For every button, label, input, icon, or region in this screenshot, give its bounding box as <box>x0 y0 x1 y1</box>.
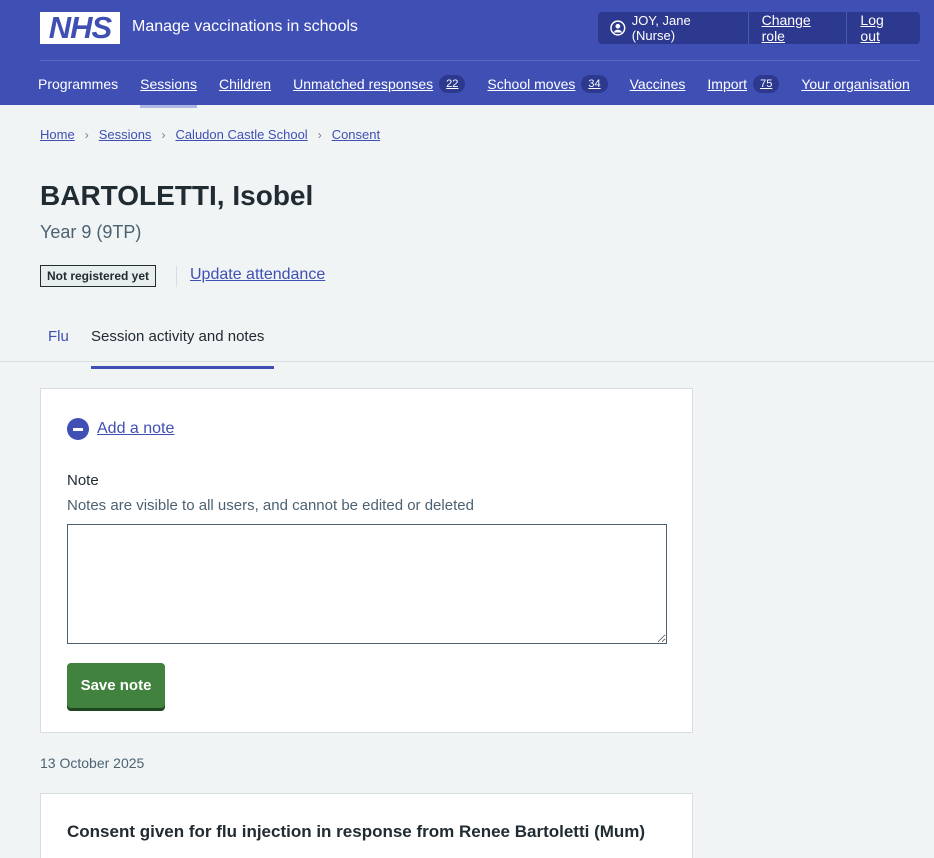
breadcrumb-sessions[interactable]: Sessions <box>99 127 152 142</box>
update-attendance-link[interactable]: Update attendance <box>190 266 325 284</box>
note-hint: Notes are visible to all users, and cann… <box>67 497 474 514</box>
nav-vaccines[interactable]: Vaccines <box>630 76 686 92</box>
breadcrumb-consent[interactable]: Consent <box>332 127 380 142</box>
nav-your-organisation[interactable]: Your organisation <box>801 76 909 92</box>
site-header: NHS Manage vaccinations in schools JOY, … <box>0 0 934 108</box>
nav-import[interactable]: Import 75 <box>707 75 780 93</box>
secondary-navigation: Flu Session activity and notes <box>0 320 934 369</box>
nav-school-moves[interactable]: School moves 34 <box>487 75 608 93</box>
minus-circle-icon[interactable] <box>67 418 89 440</box>
nav-unmatched-responses[interactable]: Unmatched responses 22 <box>293 75 466 93</box>
nhs-logo-text: NHS <box>48 10 112 45</box>
nav-children[interactable]: Children <box>219 76 271 92</box>
breadcrumb-home[interactable]: Home <box>40 127 75 142</box>
breadcrumb: Home › Sessions › Caludon Castle School … <box>40 127 380 142</box>
note-textarea[interactable] <box>67 524 667 644</box>
page-title: BARTOLETTI, Isobel <box>40 180 314 211</box>
primary-navigation: Programmes Sessions Children Unmatched r… <box>38 73 932 108</box>
status-badge: Not registered yet <box>40 265 157 287</box>
divider <box>176 266 177 287</box>
chevron-right-icon: › <box>84 127 89 142</box>
count-badge: 34 <box>581 75 608 93</box>
tab-session-activity[interactable]: Session activity and notes <box>91 328 274 369</box>
save-note-button[interactable]: Save note <box>67 663 165 708</box>
chevron-right-icon: › <box>161 127 166 142</box>
patient-year-group: Year 9 (9TP) <box>40 222 142 242</box>
chevron-right-icon: › <box>317 127 322 142</box>
account-user: JOY, Jane (Nurse) <box>598 12 749 44</box>
change-role-link[interactable]: Change role <box>749 12 848 44</box>
add-note-card: Add a note Note Notes are visible to all… <box>40 388 693 733</box>
breadcrumb-school[interactable]: Caludon Castle School <box>175 127 307 142</box>
header-divider <box>40 60 920 61</box>
account-user-name: JOY, Jane (Nurse) <box>631 13 691 43</box>
add-note-toggle[interactable]: Add a note <box>67 418 174 440</box>
nhs-logo[interactable]: NHS <box>40 12 120 44</box>
service-name[interactable]: Manage vaccinations in schools <box>132 18 358 36</box>
count-badge: 22 <box>439 75 466 93</box>
user-icon <box>610 20 626 36</box>
note-label: Note <box>67 472 99 489</box>
account-menu: JOY, Jane (Nurse) Change role Log out <box>598 12 920 44</box>
tab-flu[interactable]: Flu <box>48 328 69 361</box>
add-note-link[interactable]: Add a note <box>97 420 174 438</box>
activity-entry-title: Consent given for flu injection in respo… <box>67 822 646 841</box>
activity-date: 13 October 2025 <box>40 755 145 771</box>
log-out-link[interactable]: Log out <box>847 12 920 44</box>
count-badge: 75 <box>753 75 780 93</box>
nav-programmes[interactable]: Programmes <box>38 76 118 92</box>
activity-card: Consent given for flu injection in respo… <box>40 793 693 858</box>
nav-sessions[interactable]: Sessions <box>140 76 197 108</box>
